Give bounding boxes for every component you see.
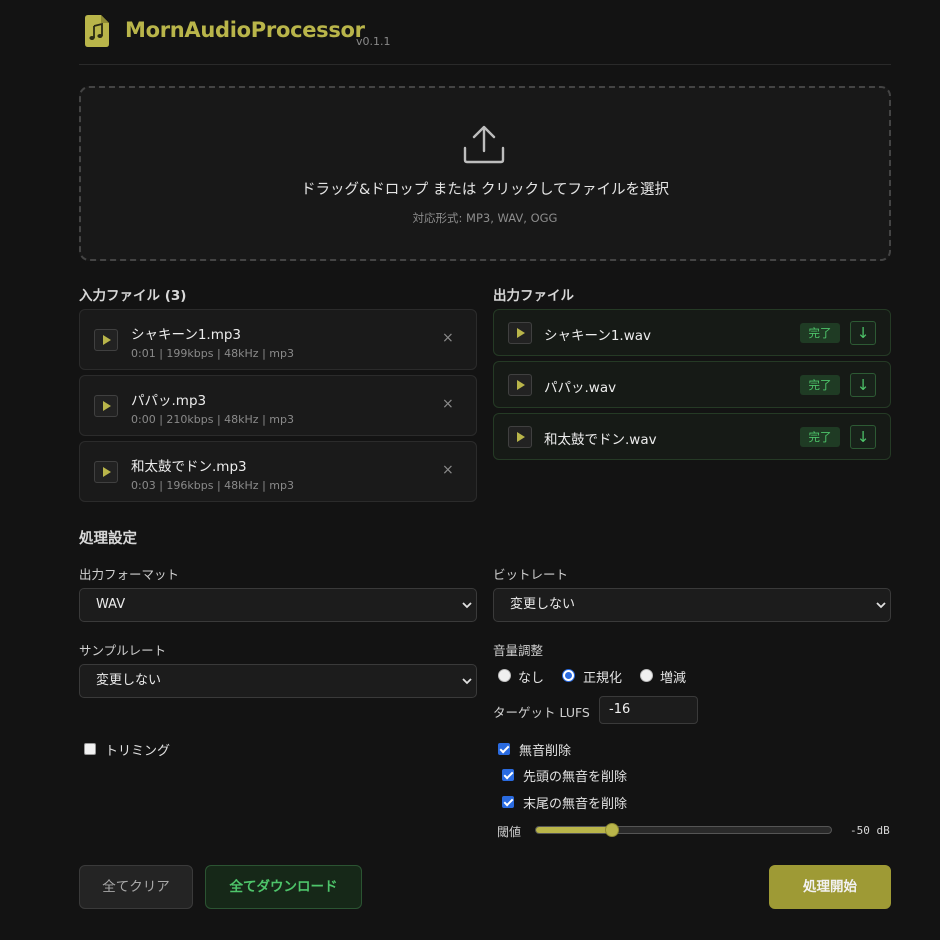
trailing-silence-label: 末尾の無音を削除 <box>523 797 628 812</box>
volume-option-normalize: 正規化 <box>583 671 623 686</box>
target-lufs-input[interactable]: -16 <box>599 696 698 724</box>
threshold-slider-thumb[interactable] <box>605 823 620 837</box>
input-file-item: シャキーン1.mp3 0:01 | 199kbps | 48kHz | mp3 … <box>79 309 477 370</box>
play-icon[interactable] <box>94 395 118 417</box>
target-lufs-label: ターゲット LUFS <box>493 705 590 720</box>
header-divider <box>79 64 891 65</box>
volume-radio-adjust[interactable] <box>640 669 653 682</box>
leading-silence-label: 先頭の無音を削除 <box>523 770 628 785</box>
status-badge: 完了 <box>800 323 840 343</box>
volume-option-adjust: 増減 <box>660 671 687 686</box>
silence-removal-label: 無音削除 <box>519 744 572 759</box>
bitrate-label: ビットレート <box>493 567 569 582</box>
output-file-item: 和太鼓でドン.wav 完了 ↓ <box>493 413 891 460</box>
bitrate-select[interactable]: 変更しない <box>493 588 891 622</box>
output-format-select[interactable]: WAV <box>79 588 477 622</box>
output-file-name: シャキーン1.wav <box>544 328 652 344</box>
volume-radio-normalize[interactable] <box>562 669 575 682</box>
input-file-name: パパッ.mp3 <box>131 393 207 409</box>
close-icon[interactable]: × <box>442 396 454 412</box>
trimming-checkbox[interactable] <box>84 743 96 755</box>
music-file-icon <box>85 15 109 47</box>
input-file-meta: 0:00 | 210kbps | 48kHz | mp3 <box>131 413 294 426</box>
threshold-slider-fill <box>536 827 613 833</box>
input-file-meta: 0:01 | 199kbps | 48kHz | mp3 <box>131 347 294 360</box>
output-file-item: パパッ.wav 完了 ↓ <box>493 361 891 408</box>
threshold-slider[interactable] <box>535 826 832 834</box>
leading-silence-checkbox[interactable] <box>502 769 514 781</box>
bitrate-value: 変更しない <box>510 597 576 612</box>
status-badge: 完了 <box>800 375 840 395</box>
download-icon[interactable]: ↓ <box>850 425 876 449</box>
output-files-heading: 出力ファイル <box>493 288 574 304</box>
play-icon[interactable] <box>94 329 118 351</box>
download-all-button[interactable]: 全てダウンロード <box>205 865 362 909</box>
output-file-name: パパッ.wav <box>544 380 617 396</box>
volume-radio-none[interactable] <box>498 669 511 682</box>
trimming-label: トリミング <box>105 744 171 759</box>
input-file-name: 和太鼓でドン.mp3 <box>131 459 247 475</box>
input-files-heading: 入力ファイル (3) <box>79 288 187 304</box>
chevron-down-icon <box>876 602 886 609</box>
output-format-label: 出力フォーマット <box>79 567 180 582</box>
output-file-item: シャキーン1.wav 完了 ↓ <box>493 309 891 356</box>
input-file-meta: 0:03 | 196kbps | 48kHz | mp3 <box>131 479 294 492</box>
threshold-label: 閾値 <box>497 825 522 839</box>
file-drop-zone[interactable] <box>79 86 891 261</box>
input-file-name: シャキーン1.mp3 <box>131 327 242 343</box>
close-icon[interactable]: × <box>442 462 454 478</box>
sample-rate-value: 変更しない <box>96 673 162 688</box>
play-icon[interactable] <box>508 374 532 396</box>
clear-all-button[interactable]: 全てクリア <box>79 865 193 909</box>
start-processing-button[interactable]: 処理開始 <box>769 865 891 909</box>
sample-rate-label: サンプルレート <box>79 643 167 658</box>
download-icon[interactable]: ↓ <box>850 321 876 345</box>
chevron-down-icon <box>462 602 472 609</box>
drop-instruction: ドラッグ&ドロップ または クリックしてファイルを選択 <box>300 182 670 198</box>
app-version: v0.1.1 <box>356 35 391 48</box>
output-file-name: 和太鼓でドン.wav <box>544 432 657 448</box>
upload-icon <box>463 125 505 164</box>
settings-heading: 処理設定 <box>79 531 137 547</box>
volume-label: 音量調整 <box>493 643 544 658</box>
output-format-value: WAV <box>96 597 126 612</box>
play-icon[interactable] <box>94 461 118 483</box>
sample-rate-select[interactable]: 変更しない <box>79 664 477 698</box>
input-file-item: 和太鼓でドン.mp3 0:03 | 196kbps | 48kHz | mp3 … <box>79 441 477 502</box>
trailing-silence-checkbox[interactable] <box>502 796 514 808</box>
close-icon[interactable]: × <box>442 330 454 346</box>
download-icon[interactable]: ↓ <box>850 373 876 397</box>
play-icon[interactable] <box>508 426 532 448</box>
status-badge: 完了 <box>800 427 840 447</box>
threshold-value: -50 dB <box>850 824 890 837</box>
silence-removal-checkbox[interactable] <box>498 743 510 755</box>
input-file-item: パパッ.mp3 0:00 | 210kbps | 48kHz | mp3 × <box>79 375 477 436</box>
chevron-down-icon <box>462 678 472 685</box>
app-title: MornAudioProcessor <box>125 18 365 42</box>
volume-option-none: なし <box>518 671 545 686</box>
supported-formats: 対応形式: MP3, WAV, OGG <box>412 211 558 225</box>
play-icon[interactable] <box>508 322 532 344</box>
